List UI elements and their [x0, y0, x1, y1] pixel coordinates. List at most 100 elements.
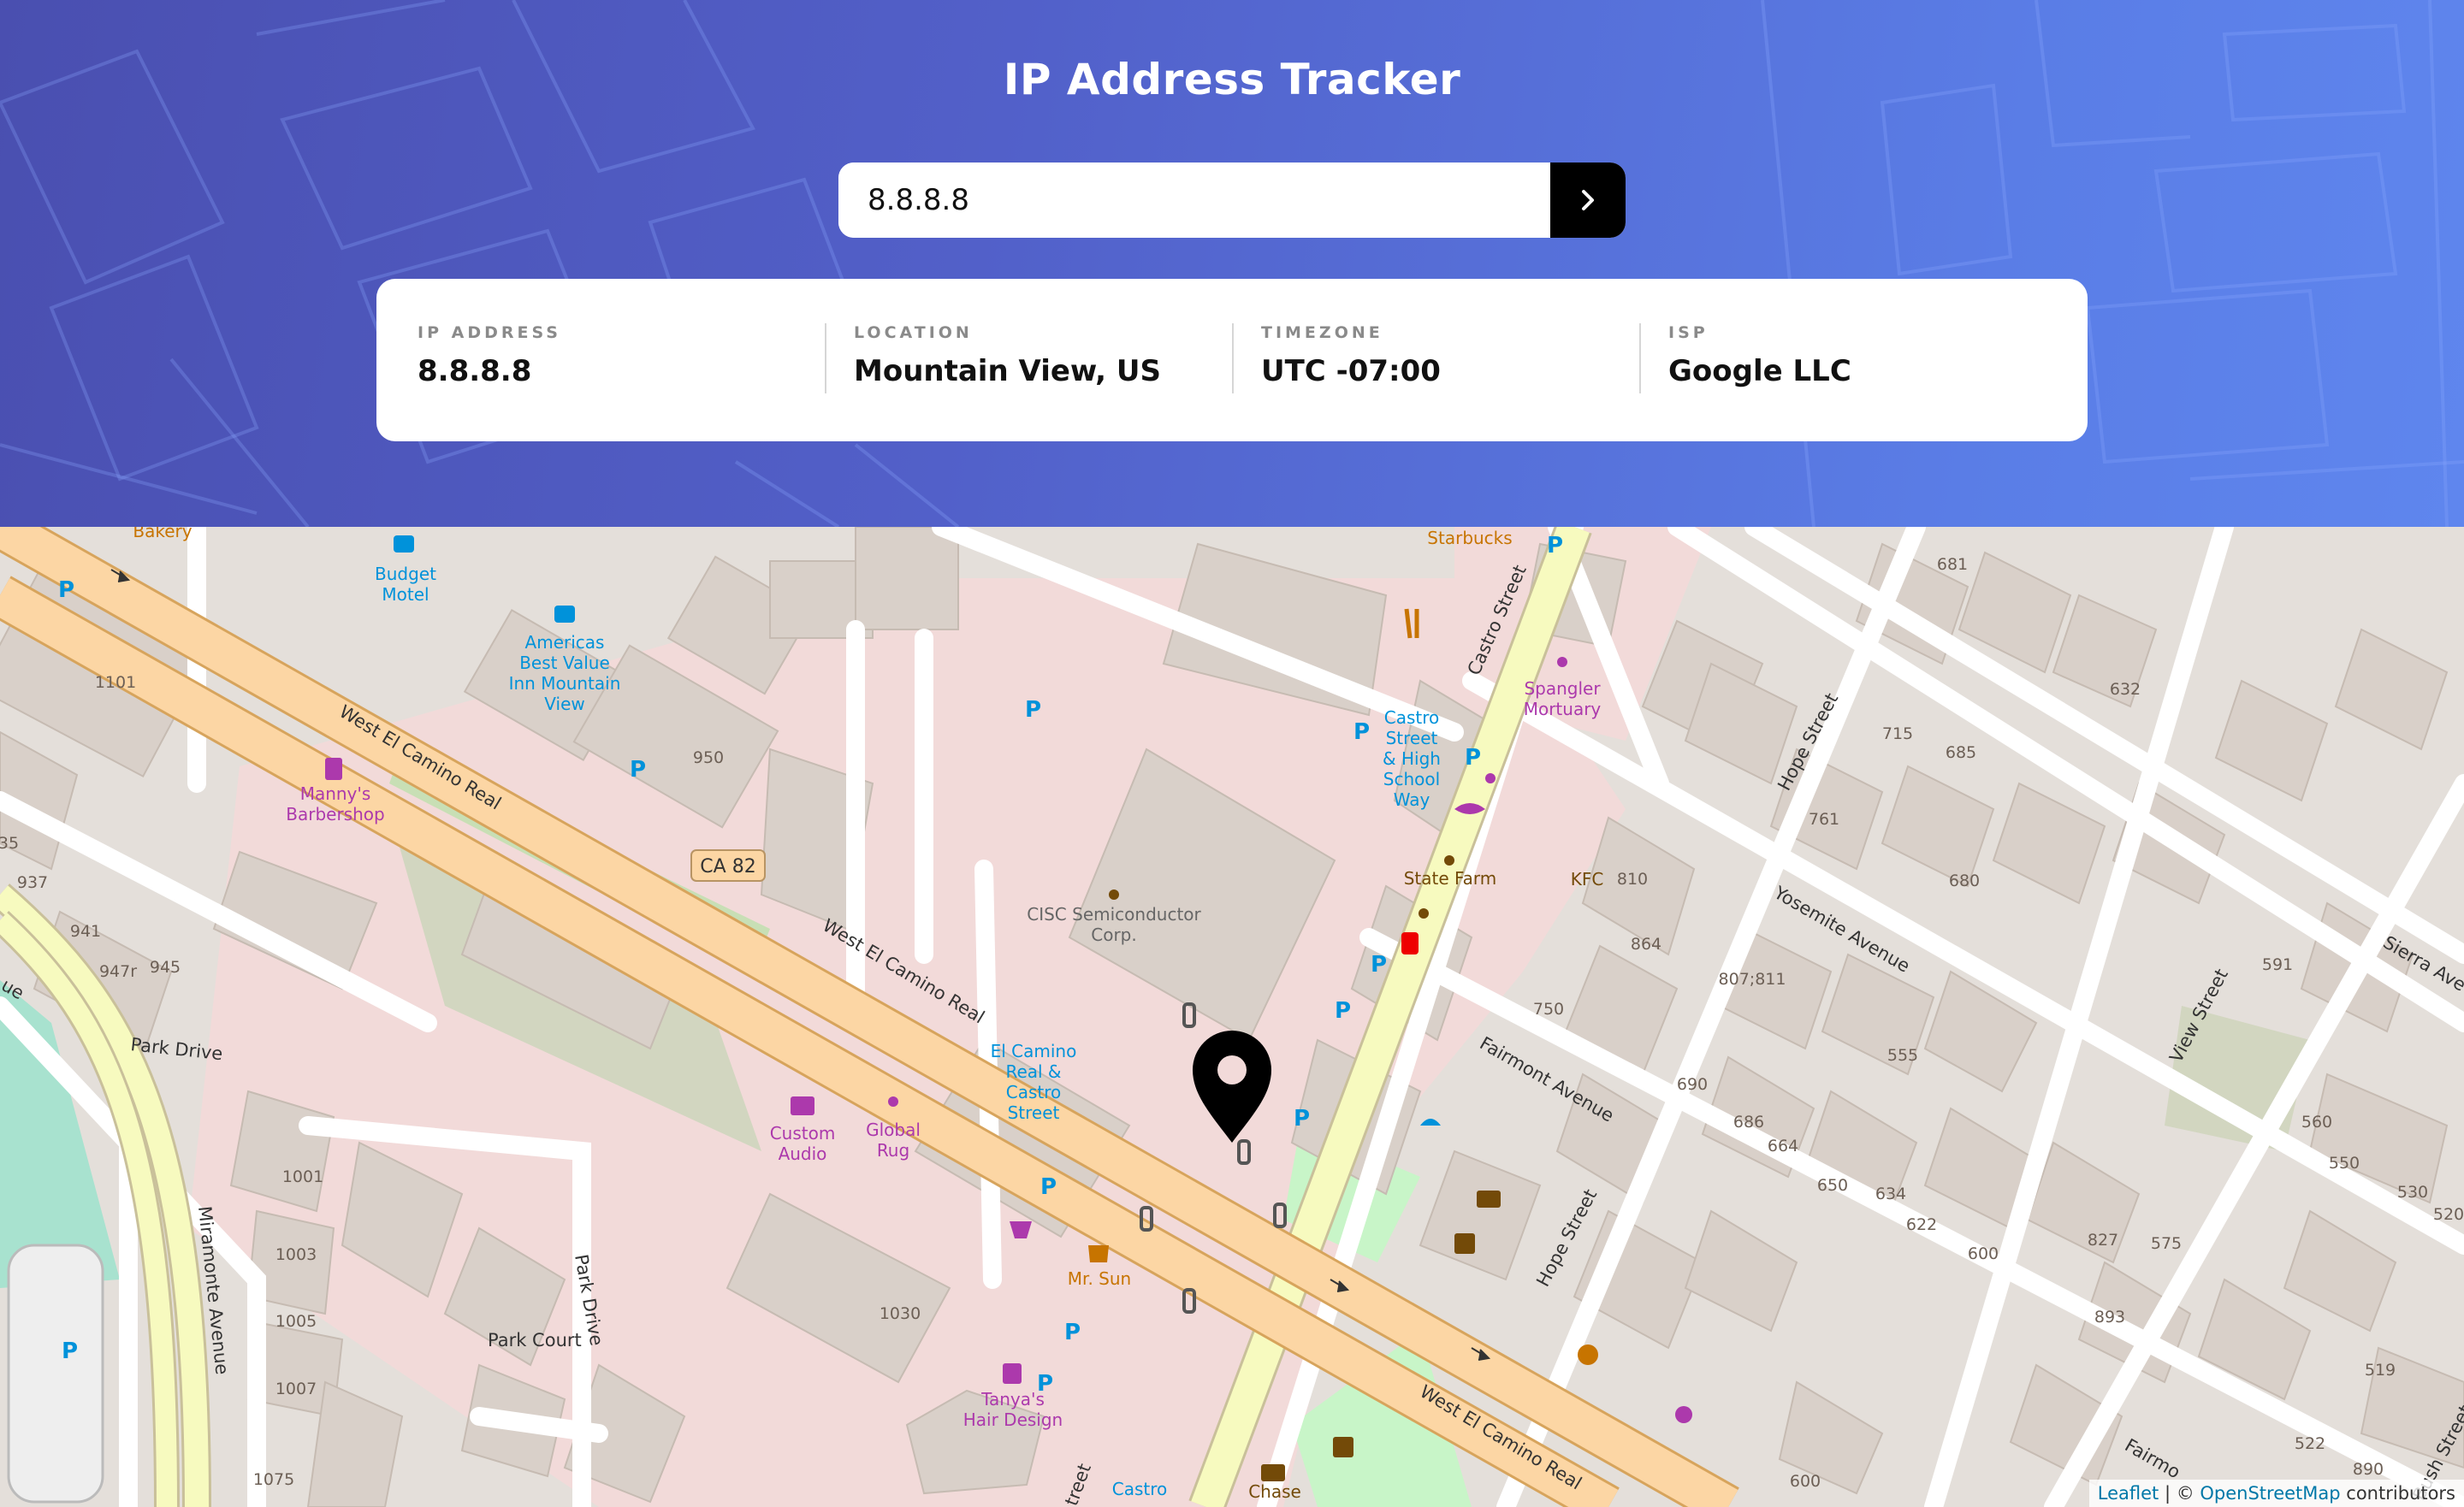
- dentist-icon: [1401, 932, 1419, 954]
- fast-food-icon: [1578, 1344, 1598, 1365]
- attribution-separator: | ©: [2159, 1483, 2200, 1504]
- poi-label: Real &: [1005, 1061, 1061, 1082]
- house-number: 750: [1533, 1000, 1564, 1019]
- bicycle-parking-icon: P: [58, 577, 74, 603]
- ip-info-card: IP ADDRESS 8.8.8.8 LOCATION Mountain Vie…: [376, 279, 2088, 441]
- bank-icon: [1477, 1191, 1501, 1208]
- house-number: 686: [1733, 1113, 1764, 1132]
- highway-shield-label: CA 82: [700, 856, 755, 878]
- poi-label: Bakery: [133, 527, 192, 541]
- poi-label: Audio: [779, 1144, 827, 1164]
- bicycle-parking-icon: P: [1547, 533, 1563, 558]
- house-number: 1030: [880, 1304, 921, 1323]
- bicycle-parking-icon: P: [1040, 1174, 1057, 1200]
- house-number: 1075: [253, 1470, 294, 1489]
- timezone-section: TIMEZONE UTC -07:00: [1232, 323, 1639, 393]
- house-number: 890: [2353, 1460, 2384, 1479]
- house-number: 634: [1875, 1185, 1906, 1203]
- timezone-label: TIMEZONE: [1261, 323, 1383, 342]
- poi-label: Castro: [1384, 707, 1440, 728]
- hotel-icon: [394, 535, 414, 553]
- bicycle-parking-icon: P: [1353, 719, 1370, 745]
- isp-label: ISP: [1668, 323, 1709, 342]
- bicycle-parking-icon: P: [1465, 745, 1481, 771]
- house-number: 600: [1968, 1244, 1999, 1263]
- leaflet-link[interactable]: Leaflet: [2098, 1483, 2159, 1504]
- house-number: 941: [70, 922, 101, 941]
- house-number: 681: [1937, 555, 1968, 574]
- house-number: 690: [1677, 1075, 1708, 1094]
- poi-label: Way: [1394, 789, 1430, 810]
- house-number: 632: [2110, 680, 2141, 699]
- parking-icon: P: [1025, 697, 1041, 723]
- house-number: 864: [1631, 935, 1661, 954]
- poi-label: Castro: [1006, 1082, 1062, 1102]
- house-number: 1005: [275, 1312, 317, 1331]
- highway-shield: CA 82: [690, 849, 766, 882]
- poi-label: Budget: [375, 564, 436, 584]
- house-number: 591: [2262, 955, 2293, 974]
- house-number: 622: [1906, 1215, 1937, 1234]
- street-label: Park Court: [488, 1330, 582, 1350]
- hairdresser-icon: [1003, 1363, 1022, 1384]
- house-number: 947r: [99, 962, 137, 981]
- house-number: 685: [1946, 743, 1976, 762]
- house-number: 522: [2295, 1434, 2325, 1453]
- bank-icon: [1261, 1464, 1285, 1481]
- ip-search-input[interactable]: [838, 163, 1550, 238]
- openstreetmap-link[interactable]: OpenStreetMap: [2200, 1483, 2340, 1504]
- house-number: 575: [2151, 1234, 2182, 1253]
- house-number: 650: [1817, 1176, 1848, 1195]
- poi-label: Best Value: [519, 653, 610, 673]
- house-number: 715: [1882, 724, 1913, 743]
- house-number: 1003: [275, 1245, 317, 1264]
- chevron-right-icon: [1582, 190, 1594, 210]
- insurance-icon: [1444, 855, 1454, 866]
- house-number: 555: [1887, 1046, 1918, 1065]
- parking-icon: P: [62, 1339, 78, 1364]
- house-number: 827: [2088, 1231, 2118, 1250]
- house-number: 664: [1768, 1137, 1798, 1155]
- poi-dot-icon: [1419, 908, 1429, 919]
- search-submit-button[interactable]: [1550, 163, 1626, 238]
- poi-dot-icon: [888, 1096, 898, 1107]
- poi-label: KFC: [1571, 869, 1604, 889]
- header-banner: IP Address Tracker IP ADDRESS 8.8.8.8 LO…: [0, 0, 2464, 527]
- ip-address-label: IP ADDRESS: [418, 323, 561, 342]
- poi-label: Castro: [1112, 1479, 1168, 1499]
- barber-icon: [325, 758, 342, 780]
- house-number: 893: [2094, 1308, 2125, 1327]
- poi-label: Corp.: [1091, 925, 1136, 945]
- poi-label: Global: [866, 1120, 921, 1140]
- poi-label: El Camino: [991, 1041, 1077, 1061]
- bicycle-parking-icon: P: [1064, 1320, 1081, 1345]
- location-value: Mountain View, US: [854, 354, 1162, 388]
- house-number: 945: [150, 958, 181, 977]
- isp-section: ISP Google LLC: [1639, 323, 2046, 393]
- house-number: 1007: [275, 1380, 317, 1398]
- hotel-icon: [554, 606, 575, 623]
- house-number: 1001: [282, 1167, 323, 1186]
- house-number: 810: [1617, 870, 1648, 889]
- poi-label: CISC Semiconductor: [1027, 904, 1201, 925]
- poi-label: School: [1383, 769, 1440, 789]
- search-bar: [838, 163, 1626, 238]
- location-section: LOCATION Mountain View, US: [825, 323, 1232, 393]
- map-view[interactable]: West El Camino Real West El Camino Real …: [0, 527, 2464, 1507]
- poi-label: Spangler: [1524, 678, 1601, 699]
- poi-dot-icon: [1485, 773, 1496, 783]
- poi-label: Motel: [382, 584, 429, 605]
- poi-label: Custom: [770, 1123, 836, 1144]
- poi-label: Street: [1386, 728, 1438, 748]
- house-number: 807;811: [1719, 970, 1786, 989]
- ip-address-value: 8.8.8.8: [418, 354, 532, 388]
- bicycle-parking-icon: P: [1371, 952, 1387, 978]
- house-number: 600: [1790, 1472, 1821, 1491]
- poi-label: Manny's: [300, 783, 371, 804]
- poi-label: Chase: [1248, 1481, 1301, 1502]
- house-number: 560: [2301, 1113, 2332, 1132]
- poi-label: Mortuary: [1524, 699, 1602, 719]
- poi-label: State Farm: [1404, 868, 1497, 889]
- poi-label: View: [544, 694, 584, 714]
- house-number: 680: [1949, 872, 1980, 890]
